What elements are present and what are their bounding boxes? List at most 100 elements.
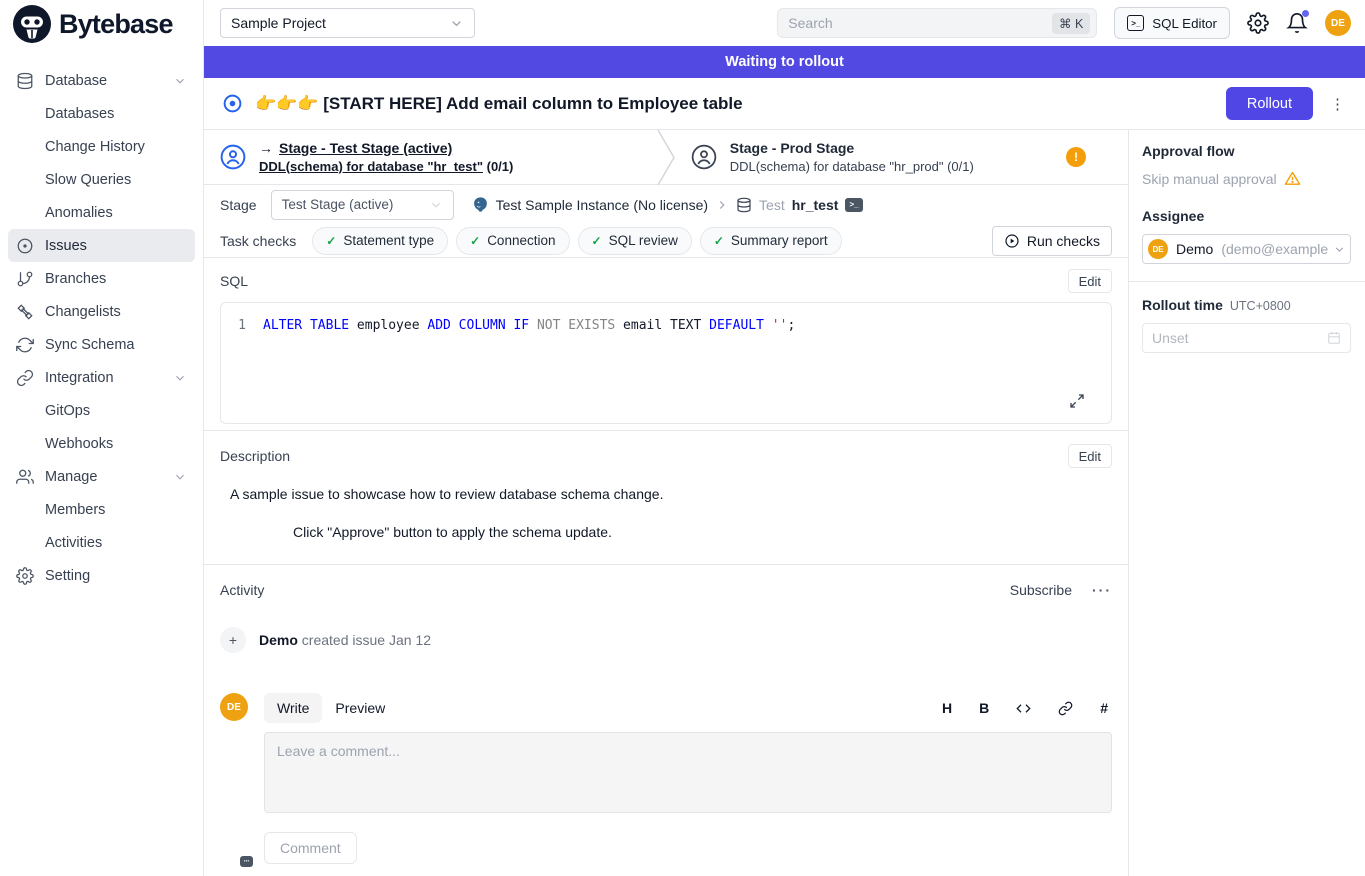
notification-dot [1302,10,1309,17]
activity-label: Activity [220,582,264,598]
kebab-menu-icon[interactable]: ⋮ [1325,95,1351,113]
code-icon[interactable] [1016,701,1031,716]
sidebar-item-branches[interactable]: Branches [8,262,195,295]
users-icon [16,468,34,486]
database-breadcrumb: Test Sample Instance (No license) Test h… [472,196,863,213]
stage-task: DDL(schema) for database "hr_prod" (0/1) [730,159,974,174]
check-connection[interactable]: ✓ Connection [456,227,569,255]
stage-task-link[interactable]: DDL(schema) for database "hr_test" [259,159,483,174]
check-sql-review[interactable]: ✓ SQL review [578,227,692,255]
sidebar-item-issues[interactable]: Issues [8,229,195,262]
assignee-select[interactable]: DE Demo (demo@example [1142,234,1351,264]
brand[interactable]: Bytebase [0,0,203,48]
approval-status: Skip manual approval [1142,170,1351,187]
stage-test[interactable]: → Stage - Test Stage (active) DDL(schema… [204,130,657,184]
sidebar-item-anomalies[interactable]: Anomalies [8,196,195,229]
hash-icon[interactable]: # [1100,700,1108,716]
sql-label: SQL [220,273,248,289]
sql-editor[interactable]: 1 ALTER TABLE employee ADD COLUMN IF NOT… [220,302,1112,424]
sql-edit-button[interactable]: Edit [1068,269,1112,293]
check-icon: ✓ [470,234,480,248]
sidebar-item-integration[interactable]: Integration [8,361,195,394]
person-circle-icon [691,144,717,170]
open-in-sql-editor-icon[interactable]: >_ [845,198,862,212]
tab-preview[interactable]: Preview [322,693,398,723]
sidebar-item-database[interactable]: Database [8,64,195,97]
check-icon: ✓ [326,234,336,248]
stage-prod[interactable]: Stage - Prod Stage DDL(schema) for datab… [675,130,1128,184]
rollout-button[interactable]: Rollout [1226,87,1313,120]
activity-user[interactable]: Demo [259,632,298,648]
sidebar-item-gitops[interactable]: GitOps [8,394,195,427]
timezone-label: UTC+0800 [1230,299,1291,313]
run-checks-button[interactable]: Run checks [992,226,1112,256]
tab-write[interactable]: Write [264,693,322,723]
composer-tabs: Write Preview H B [264,693,1112,723]
database-cylinder-icon [736,197,752,213]
stage-label: Stage [220,197,257,213]
top-bar: Sample Project ⌘ K >_ SQL Editor [204,0,1365,46]
stage-pipeline: → Stage - Test Stage (active) DDL(schema… [204,130,1128,185]
sidebar-item-setting[interactable]: Setting [8,559,195,592]
search-box[interactable]: ⌘ K [777,8,1097,38]
check-summary-report[interactable]: ✓ Summary report [700,227,842,255]
fullscreen-expand-icon[interactable] [1069,393,1085,409]
sidebar-item-sync-schema[interactable]: Sync Schema [8,328,195,361]
stage-separator [657,130,675,184]
project-select[interactable]: Sample Project [220,8,475,38]
user-avatar[interactable]: DE [1325,10,1351,36]
link-icon[interactable] [1058,701,1073,716]
chevron-down-icon [1333,243,1346,256]
sidebar-item-slow-queries[interactable]: Slow Queries [8,163,195,196]
brand-name: Bytebase [59,9,173,40]
database-name[interactable]: hr_test [792,197,839,213]
task-checks-label: Task checks [220,233,296,249]
sidebar-item-activities[interactable]: Activities [8,526,195,559]
heading-icon[interactable]: H [942,700,952,716]
check-statement-type[interactable]: ✓ Statement type [312,227,448,255]
sidebar-item-members[interactable]: Members [8,493,195,526]
issue-open-icon [222,93,243,114]
sidebar-item-change-history[interactable]: Change History [8,130,195,163]
plus-icon: + [220,627,246,653]
comment-button[interactable]: Comment [264,832,357,864]
issue-dot-icon [16,237,34,255]
environment-tag: Test [759,197,785,213]
check-icon: ✓ [592,234,602,248]
sidebar-item-webhooks[interactable]: Webhooks [8,427,195,460]
description-section: Description Edit A sample issue to showc… [204,431,1128,565]
subscribe-button[interactable]: Subscribe [1010,582,1072,598]
stage-select[interactable]: Test Stage (active) [271,190,454,220]
sidebar-nav: Database Databases Change History Slow Q… [0,48,203,592]
rollout-time-label: Rollout time [1142,297,1223,313]
stage-title-link[interactable]: Stage - Test Stage (active) [279,139,452,157]
notification-bell-icon[interactable] [1286,12,1308,34]
check-icon: ✓ [714,234,724,248]
warning-triangle-icon [1284,170,1301,187]
instance-name[interactable]: Test Sample Instance (No license) [496,197,708,213]
search-input[interactable] [788,15,1052,31]
sidebar-item-databases[interactable]: Databases [8,97,195,130]
settings-gear-icon[interactable] [1247,12,1269,34]
bold-icon[interactable]: B [979,700,989,716]
sql-editor-button[interactable]: >_ SQL Editor [1114,7,1230,39]
left-sidebar: Bytebase Database Databases Change Histo… [0,0,204,876]
ellipsis-menu-icon[interactable]: ··· [1092,582,1112,598]
activity-entry: + Demo created issue Jan 12 [220,627,1112,653]
comment-bubble-icon [240,856,253,867]
bytebase-logo-icon [12,4,52,44]
description-line: Click "Approve" button to apply the sche… [293,524,1112,540]
terminal-icon: >_ [1127,15,1144,31]
comment-composer: DE Write Preview H B [220,693,1112,864]
sidebar-item-changelists[interactable]: Changelists [8,295,195,328]
description-edit-button[interactable]: Edit [1068,444,1112,468]
comment-input[interactable] [264,732,1112,813]
database-icon [16,72,34,90]
rollout-time-picker[interactable]: Unset [1142,323,1351,353]
sidebar-item-manage[interactable]: Manage [8,460,195,493]
issue-title: 👉👉👉 [START HERE] Add email column to Emp… [255,94,743,114]
chevron-down-icon [173,470,187,484]
sql-section: SQL Edit 1 ALTER TABLE employee ADD COLU… [204,258,1128,431]
stage-selector-row: Stage Test Stage (active) Test Sample In… [204,185,1128,224]
activity-section: Activity Subscribe ··· + Demo created is… [204,565,1128,876]
